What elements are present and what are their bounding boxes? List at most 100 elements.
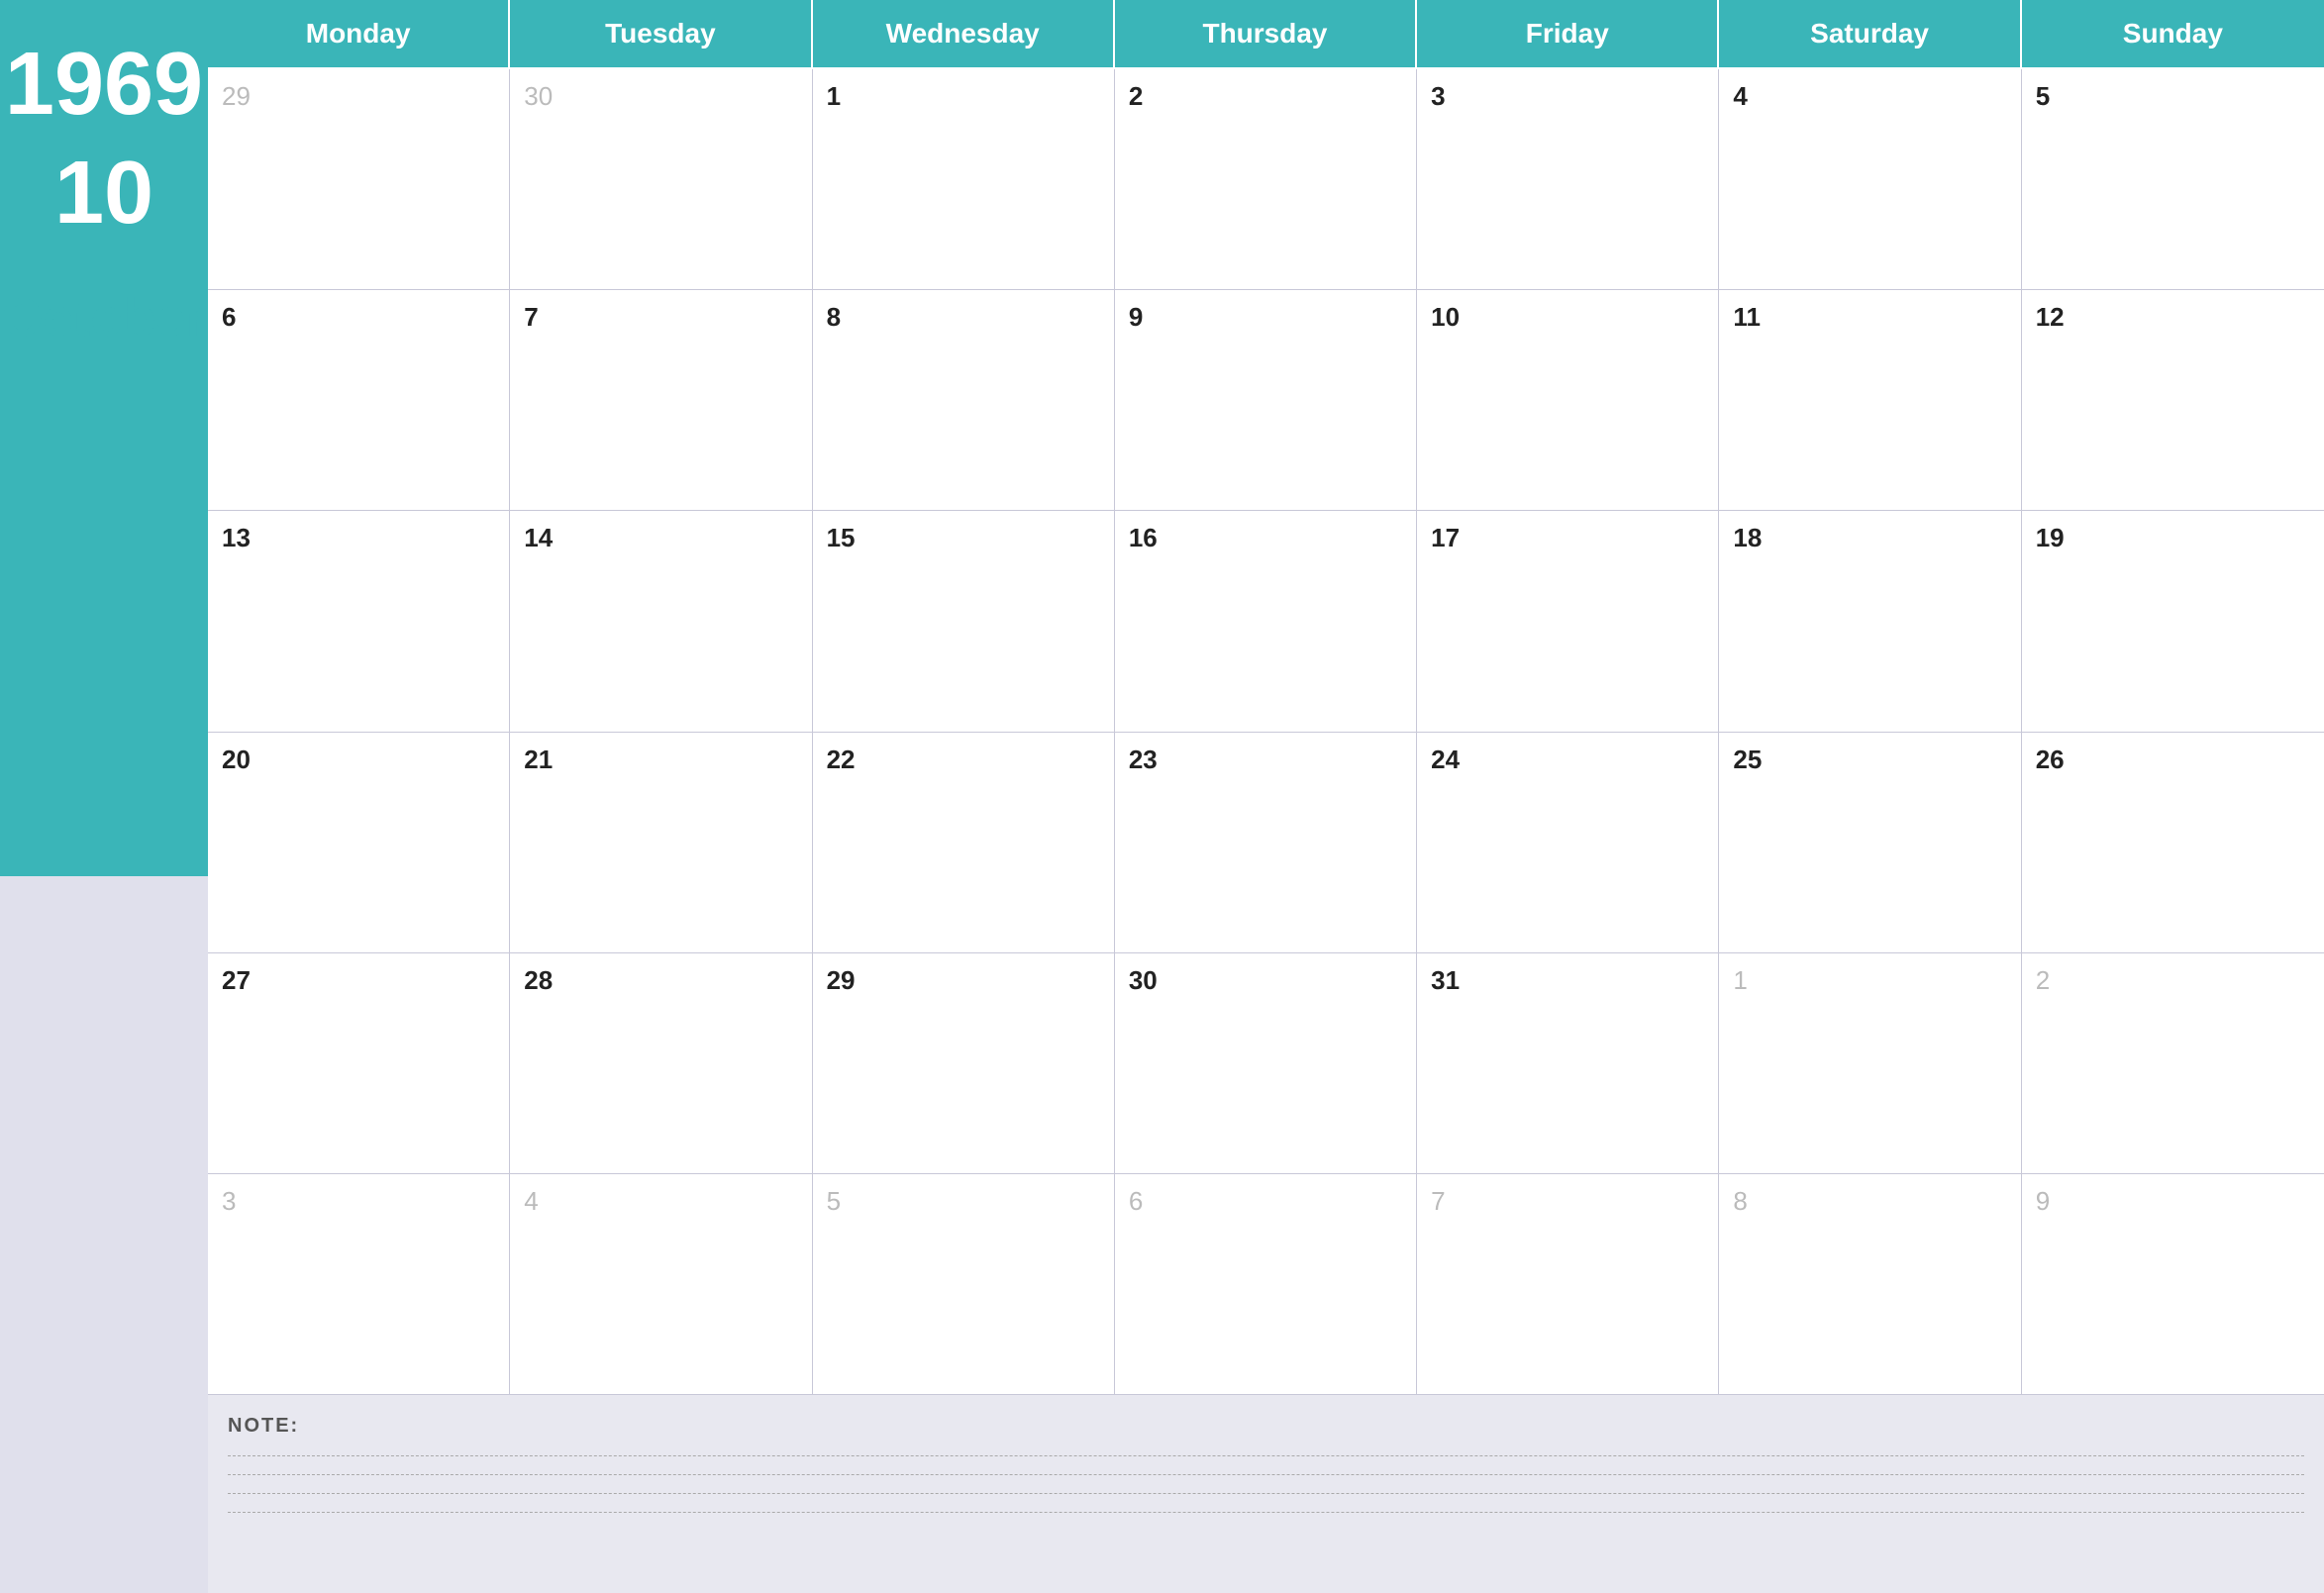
day-number: 4 (524, 1186, 797, 1217)
day-cell[interactable]: 21 (510, 733, 812, 953)
day-cell[interactable]: 29 (208, 69, 510, 290)
header-day-wednesday: Wednesday (813, 0, 1115, 69)
year-label: 1969 (5, 40, 203, 129)
day-cell[interactable]: 26 (2022, 733, 2324, 953)
day-number: 18 (1733, 523, 2006, 553)
day-number: 14 (524, 523, 797, 553)
day-number: 9 (2036, 1186, 2310, 1217)
day-number: 26 (2036, 745, 2310, 775)
day-number: 19 (2036, 523, 2310, 553)
day-cell[interactable]: 12 (2022, 290, 2324, 511)
day-number: 23 (1129, 745, 1402, 775)
day-number: 30 (524, 81, 797, 112)
main-content: MondayTuesdayWednesdayThursdayFridaySatu… (208, 0, 2324, 1593)
day-number: 17 (1431, 523, 1704, 553)
header-day-thursday: Thursday (1115, 0, 1417, 69)
day-cell[interactable]: 4 (510, 1174, 812, 1395)
day-number: 29 (827, 965, 1100, 996)
day-cell[interactable]: 9 (2022, 1174, 2324, 1395)
day-number: 2 (1129, 81, 1402, 112)
notes-section: NOTE: (208, 1395, 2324, 1593)
day-cell[interactable]: 2 (2022, 953, 2324, 1174)
day-number: 7 (1431, 1186, 1704, 1217)
day-number: 16 (1129, 523, 1402, 553)
day-cell[interactable]: 27 (208, 953, 510, 1174)
day-number: 24 (1431, 745, 1704, 775)
day-number: 10 (1431, 302, 1704, 333)
day-cell[interactable]: 4 (1719, 69, 2021, 290)
day-number: 27 (222, 965, 495, 996)
day-number: 22 (827, 745, 1100, 775)
note-line-3 (228, 1493, 2304, 1494)
day-cell[interactable]: 17 (1417, 511, 1719, 732)
day-cell[interactable]: 3 (208, 1174, 510, 1395)
day-cell[interactable]: 20 (208, 733, 510, 953)
day-cell[interactable]: 18 (1719, 511, 2021, 732)
note-line-4 (228, 1512, 2304, 1513)
day-number: 7 (524, 302, 797, 333)
day-cell[interactable]: 30 (510, 69, 812, 290)
day-cell[interactable]: 11 (1719, 290, 2021, 511)
day-cell[interactable]: 10 (1417, 290, 1719, 511)
day-number: 5 (2036, 81, 2310, 112)
day-number: 1 (1733, 965, 2006, 996)
day-number: 5 (827, 1186, 1100, 1217)
day-cell[interactable]: 31 (1417, 953, 1719, 1174)
day-number: 25 (1733, 745, 2006, 775)
day-number: 11 (1733, 302, 2006, 333)
day-cell[interactable]: 1 (1719, 953, 2021, 1174)
day-cell[interactable]: 6 (1115, 1174, 1417, 1395)
note-line-2 (228, 1474, 2304, 1475)
header-day-sunday: Sunday (2022, 0, 2324, 69)
day-cell[interactable]: 2 (1115, 69, 1417, 290)
day-cell[interactable]: 13 (208, 511, 510, 732)
day-cell[interactable]: 8 (813, 290, 1115, 511)
days-grid: 2930123456789101112131415161718192021222… (208, 69, 2324, 1395)
day-number: 1 (827, 81, 1100, 112)
day-number: 15 (827, 523, 1100, 553)
day-cell[interactable]: 24 (1417, 733, 1719, 953)
day-cell[interactable]: 3 (1417, 69, 1719, 290)
month-num-label: 10 (54, 149, 153, 238)
day-cell[interactable]: 14 (510, 511, 812, 732)
day-cell[interactable]: 15 (813, 511, 1115, 732)
day-cell[interactable]: 8 (1719, 1174, 2021, 1395)
day-cell[interactable]: 19 (2022, 511, 2324, 732)
day-cell[interactable]: 30 (1115, 953, 1417, 1174)
day-number: 30 (1129, 965, 1402, 996)
day-number: 8 (827, 302, 1100, 333)
day-cell[interactable]: 29 (813, 953, 1115, 1174)
day-number: 6 (222, 302, 495, 333)
note-line-1 (228, 1455, 2304, 1456)
header-day-tuesday: Tuesday (510, 0, 812, 69)
note-label: NOTE: (228, 1415, 2304, 1438)
day-cell[interactable]: 5 (2022, 69, 2324, 290)
day-number: 4 (1733, 81, 2006, 112)
day-cell[interactable]: 5 (813, 1174, 1115, 1395)
day-number: 2 (2036, 965, 2310, 996)
header-day-saturday: Saturday (1719, 0, 2021, 69)
day-cell[interactable]: 23 (1115, 733, 1417, 953)
day-cell[interactable]: 22 (813, 733, 1115, 953)
day-cell[interactable]: 16 (1115, 511, 1417, 732)
day-cell[interactable]: 1 (813, 69, 1115, 290)
day-cell[interactable]: 28 (510, 953, 812, 1174)
day-number: 8 (1733, 1186, 2006, 1217)
day-number: 29 (222, 81, 495, 112)
calendar-header: MondayTuesdayWednesdayThursdayFridaySatu… (208, 0, 2324, 69)
month-name-label: October (1, 287, 206, 348)
day-number: 20 (222, 745, 495, 775)
day-number: 3 (1431, 81, 1704, 112)
day-cell[interactable]: 9 (1115, 290, 1417, 511)
day-cell[interactable]: 7 (510, 290, 812, 511)
day-cell[interactable]: 7 (1417, 1174, 1719, 1395)
day-cell[interactable]: 25 (1719, 733, 2021, 953)
day-number: 3 (222, 1186, 495, 1217)
day-number: 21 (524, 745, 797, 775)
header-day-friday: Friday (1417, 0, 1719, 69)
day-cell[interactable]: 6 (208, 290, 510, 511)
day-number: 28 (524, 965, 797, 996)
calendar-grid: MondayTuesdayWednesdayThursdayFridaySatu… (208, 0, 2324, 1395)
day-number: 13 (222, 523, 495, 553)
day-number: 31 (1431, 965, 1704, 996)
